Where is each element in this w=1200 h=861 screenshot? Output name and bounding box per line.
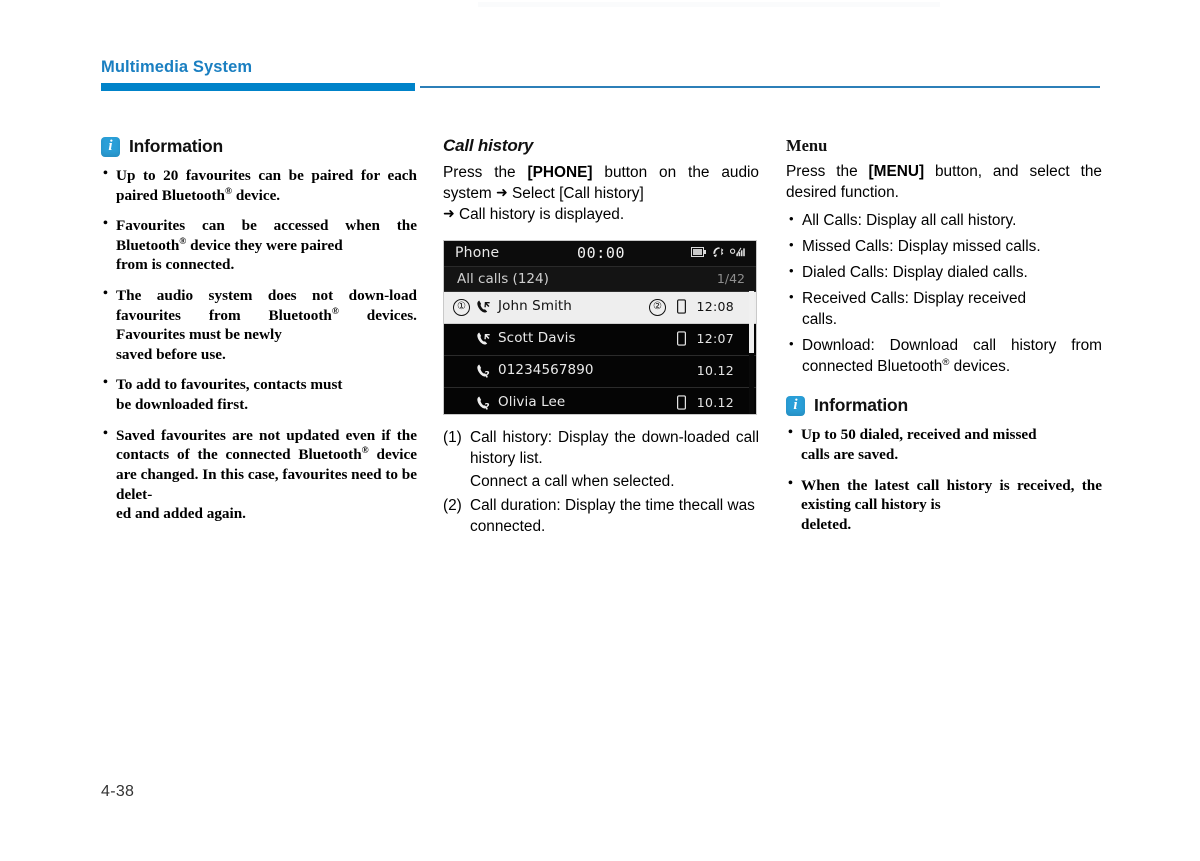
information-title: Information (129, 136, 224, 156)
contact-name: 01234567890 (498, 361, 594, 378)
table-row[interactable]: ? 01234567890 10.12 (444, 355, 756, 388)
battery-icon (691, 246, 706, 257)
list-item: The audio system does not down-load favo… (101, 285, 417, 364)
call-time: 12:08 (696, 298, 734, 314)
page-number: 4-38 (101, 783, 135, 800)
list-item: Received Calls: Display receivedcalls. (786, 288, 1102, 331)
scan-artifact (478, 2, 940, 7)
page-indicator: 1/42 (716, 270, 745, 286)
list-item: Download: Download call history from con… (786, 335, 1102, 378)
info-i-icon: i (786, 395, 805, 416)
signal-roaming-icon (730, 247, 745, 257)
list-item: Missed Calls: Display missed calls. (786, 236, 1102, 258)
caption-text: Call duration: Display the time thecall … (470, 496, 755, 535)
call-history-intro: Press the [PHONE] button on the audio sy… (443, 164, 759, 202)
menu-button-label: [MENU] (868, 163, 925, 180)
caption-1-sub: Connect a call when selected. (470, 472, 675, 490)
contact-name: Olivia Lee (498, 393, 566, 410)
information-bullets-left: Up to 20 favourites can be paired for ea… (101, 165, 417, 524)
registered-mark: ® (361, 446, 369, 457)
caption-number: (1) (443, 428, 462, 446)
call-received-icon (476, 299, 491, 318)
information-title: Information (814, 395, 909, 416)
callout-marker-2: ② (649, 298, 666, 316)
device-clock: 00:00 (577, 243, 626, 262)
table-row[interactable]: Scott Davis 12:07 (444, 323, 756, 356)
registered-mark: ® (225, 186, 233, 197)
bluetooth-phone-icon (713, 247, 724, 257)
mobile-phone-icon (677, 395, 686, 414)
mobile-phone-icon (677, 299, 686, 318)
information-header-left: i Information (101, 136, 417, 157)
list-item: Favourites can be accessed when the Blue… (101, 215, 417, 275)
caption-1: (1) Call history: Display the down-loade… (443, 428, 759, 470)
list-item: Up to 20 favourites can be paired for ea… (101, 165, 417, 205)
middle-column: Call history Press the [PHONE] button on… (443, 136, 759, 540)
call-time: 10.12 (696, 394, 734, 410)
information-bullets-right: Up to 50 dialed, received and missedcall… (786, 424, 1102, 535)
menu-intro: Press the [MENU] button, and select the … (786, 163, 1102, 201)
list-item: Up to 50 dialed, received and missedcall… (786, 424, 1102, 464)
svg-text:?: ? (485, 370, 490, 378)
information-header-right: i Information (786, 395, 1102, 416)
list-item: Saved favourites are not updated even if… (101, 425, 417, 524)
info-i-icon: i (101, 136, 120, 157)
arrow-right-icon: ➜ (443, 204, 455, 221)
device-status-bar: Phone 00:00 (444, 240, 756, 267)
menu-options-list: All Calls: Display all call history. Mis… (786, 210, 1102, 378)
caption-2: (2) Call duration: Display the time thec… (443, 496, 759, 538)
device-screen-title: Phone (455, 244, 500, 261)
registered-mark: ® (331, 306, 339, 317)
list-item: When the latest call history is received… (786, 475, 1102, 535)
list-item: All Calls: Display all call history. (786, 210, 1102, 232)
callout-marker-1: ① (453, 298, 470, 316)
call-received-icon (476, 331, 491, 350)
section-title-call-history: Call history (443, 136, 534, 155)
call-history-list: ① John Smith ② 12:08 Scott Davis 12:07 ?… (444, 291, 756, 414)
scrollbar-thumb[interactable] (749, 290, 754, 353)
call-time: 10.12 (696, 362, 734, 378)
right-column: Menu Press the [MENU] button, and select… (786, 136, 1102, 534)
table-row[interactable]: ① John Smith ② 12:08 (444, 291, 756, 324)
manual-page: Multimedia System i Information Up to 20… (0, 0, 1200, 861)
left-column: i Information Up to 20 favourites can be… (101, 136, 417, 524)
header-rule (420, 86, 1100, 88)
table-row[interactable]: ? Olivia Lee 10.12 (444, 387, 756, 414)
call-time: 12:07 (696, 330, 734, 346)
phone-call-history-screen: Phone 00:00 All calls (124) 1/42 ① John … (443, 239, 757, 415)
call-missed-icon: ? (476, 363, 491, 382)
svg-text:?: ? (485, 402, 490, 410)
list-item: To add to favourites, contacts mustbe do… (101, 374, 417, 414)
call-missed-icon: ? (476, 395, 491, 414)
section-title-menu: Menu (786, 136, 828, 155)
figure-captions: (1) Call history: Display the down-loade… (443, 428, 759, 538)
header-accent-bar (101, 83, 415, 91)
list-item: Dialed Calls: Display dialed calls. (786, 262, 1102, 284)
contact-name: John Smith (498, 297, 572, 314)
contact-name: Scott Davis (498, 329, 576, 346)
device-sub-bar: All calls (124) 1/42 (444, 266, 756, 292)
call-history-intro-line2: ➜ Call history is displayed. (443, 204, 625, 223)
caption-text: Call history: Display the down-loaded ca… (470, 428, 760, 467)
phone-button-label: [PHONE] (527, 164, 593, 181)
mobile-phone-icon (677, 331, 686, 350)
all-calls-label: All calls (124) (457, 270, 549, 287)
caption-number: (2) (443, 496, 462, 514)
arrow-right-icon: ➜ (496, 183, 508, 200)
device-status-icons (691, 246, 747, 258)
page-title: Multimedia System (101, 58, 253, 76)
